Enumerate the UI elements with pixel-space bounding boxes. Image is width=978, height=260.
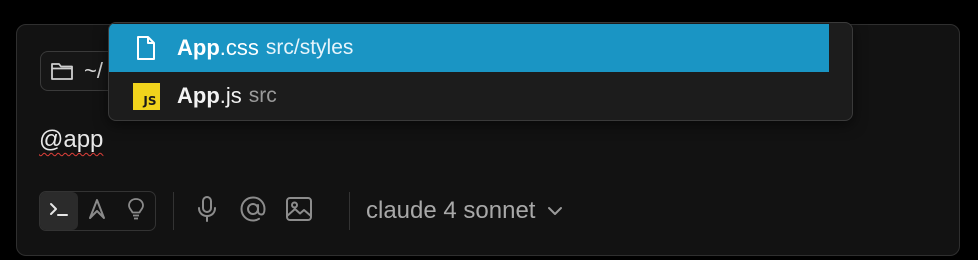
suggestion-filename: App.js	[177, 83, 242, 109]
suggestion-item[interactable]: App.css src/styles	[109, 24, 829, 72]
ideas-mode-button[interactable]	[117, 192, 155, 230]
attach-image-button[interactable]	[283, 191, 315, 231]
image-icon	[285, 196, 313, 227]
js-badge: JS	[132, 82, 160, 110]
suggestion-item[interactable]: JS App.js src	[109, 72, 852, 120]
model-name: claude 4 sonnet	[366, 197, 536, 224]
js-icon: JS	[131, 82, 161, 110]
file-icon	[131, 35, 161, 61]
terminal-icon	[48, 199, 70, 224]
prompt-input[interactable]: @app	[39, 125, 103, 155]
suggestion-match: App	[177, 35, 220, 60]
suggestion-extension: .css	[219, 35, 259, 60]
model-selector[interactable]: claude 4 sonnet	[366, 191, 563, 231]
suggestion-path: src/styles	[265, 36, 354, 59]
file-suggestions-dropdown: App.css src/styles JS App.js src	[108, 22, 853, 121]
toolbar-divider-2	[349, 192, 350, 230]
folder-icon	[50, 60, 74, 82]
agent-icon	[87, 197, 107, 226]
suggestion-filename: App.css	[177, 35, 259, 61]
voice-input-button[interactable]	[191, 191, 223, 231]
directory-path: ~/	[84, 58, 103, 83]
microphone-icon	[196, 195, 218, 228]
mention-button[interactable]	[237, 191, 269, 231]
agent-mode-button[interactable]	[78, 192, 116, 230]
suggestion-path: src	[248, 84, 277, 107]
terminal-mode-button[interactable]	[40, 192, 79, 230]
lightbulb-icon	[127, 197, 145, 226]
chevron-down-icon	[547, 206, 563, 216]
mode-switcher	[39, 191, 156, 231]
suggestion-match: App	[177, 83, 220, 108]
toolbar: claude 4 sonnet	[39, 190, 563, 232]
toolbar-divider	[173, 192, 174, 230]
suggestion-extension: .js	[219, 83, 242, 108]
at-sign-icon	[239, 195, 267, 228]
